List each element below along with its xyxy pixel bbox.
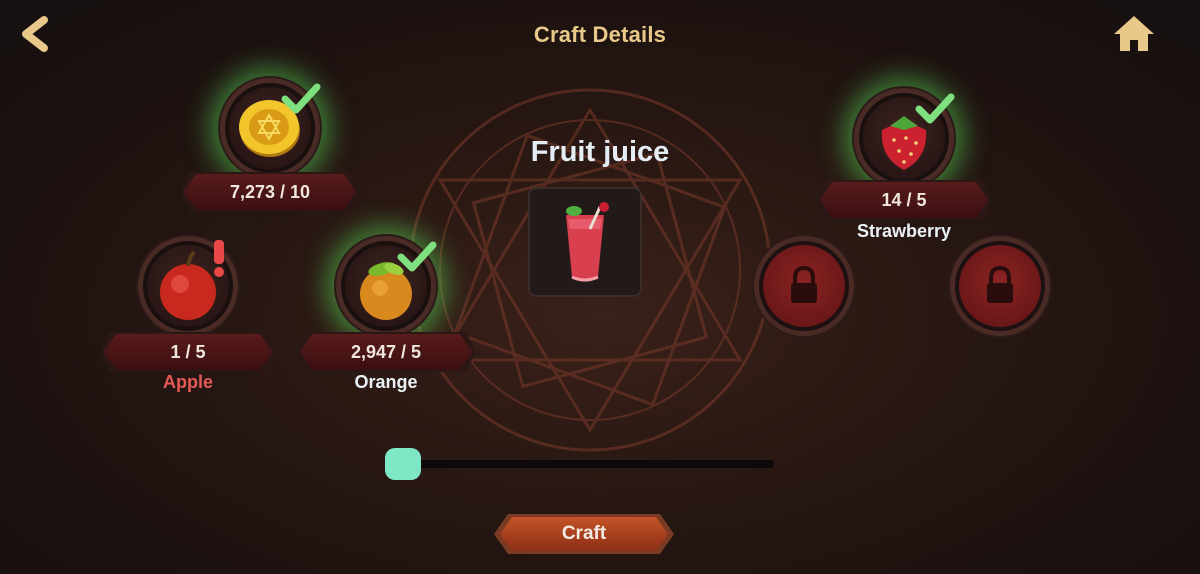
check-icon bbox=[281, 83, 321, 114]
quantity-slider-handle[interactable] bbox=[385, 448, 421, 480]
locked-slot[interactable] bbox=[950, 236, 1050, 336]
page-title: Craft Details bbox=[533, 22, 667, 47]
alert-icon bbox=[214, 240, 224, 277]
craft-button[interactable]: Craft bbox=[500, 517, 668, 551]
home-icon bbox=[1114, 16, 1154, 51]
check-icon bbox=[397, 241, 437, 272]
result-item-frame[interactable] bbox=[530, 189, 640, 295]
result-item-name: Fruit juice bbox=[530, 136, 670, 168]
ingredient-count-gold: 7,273 / 10 bbox=[184, 174, 356, 210]
quantity-slider-track[interactable] bbox=[402, 460, 774, 468]
ingredient-count-strawberry: 14 / 5 bbox=[820, 182, 988, 218]
ingredient-name-apple: Apple bbox=[162, 372, 213, 392]
home-button[interactable] bbox=[1112, 14, 1156, 54]
lock-icon bbox=[791, 265, 817, 303]
ingredient-name-orange: Orange bbox=[354, 372, 418, 392]
locked-slot[interactable] bbox=[754, 236, 854, 336]
fruit-juice-glass-icon bbox=[566, 202, 609, 282]
lock-icon bbox=[987, 265, 1013, 303]
ingredient-count-orange: 2,947 / 5 bbox=[300, 334, 472, 370]
check-icon bbox=[915, 93, 955, 124]
ingredient-count-apple: 1 / 5 bbox=[104, 334, 272, 370]
